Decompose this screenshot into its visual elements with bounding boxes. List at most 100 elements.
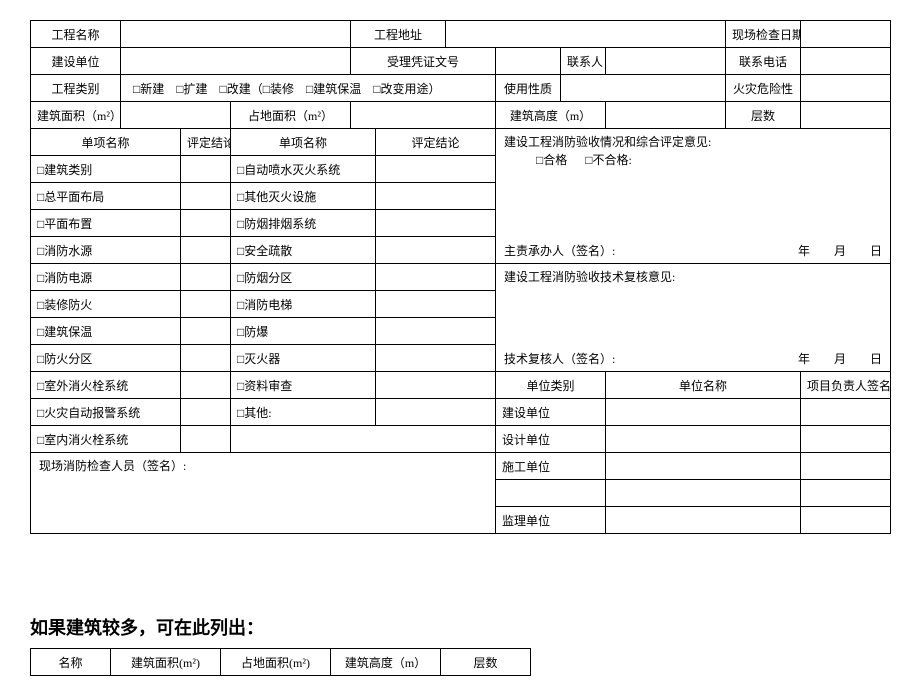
unit-name-0[interactable] <box>606 399 801 426</box>
item-l-1[interactable]: □总平面布局 <box>31 183 181 210</box>
verdict-l-3[interactable] <box>181 237 231 264</box>
field-floor-area[interactable] <box>121 102 231 129</box>
item-l-9[interactable]: □火灾自动报警系统 <box>31 399 181 426</box>
label-land-area: 占地面积（m²） <box>231 102 351 129</box>
opinion2-date: 年 月 日 <box>798 350 882 367</box>
opinion-box-1[interactable]: 建设工程消防验收情况和综合评定意见: □合格 □不合格: 主责承办人（签名）: … <box>496 129 891 264</box>
verdict-r-7[interactable] <box>376 345 496 372</box>
item-l-6[interactable]: □建筑保温 <box>31 318 181 345</box>
label-item-name-l: 单项名称 <box>31 129 181 156</box>
unit-hdr-type: 单位类别 <box>496 372 606 399</box>
item-r-4[interactable]: □防烟分区 <box>231 264 376 291</box>
verdict-r-8[interactable] <box>376 372 496 399</box>
verdict-l-1[interactable] <box>181 183 231 210</box>
item-l-2[interactable]: □平面布置 <box>31 210 181 237</box>
label-project-addr: 工程地址 <box>351 21 446 48</box>
label-fire-hazard: 火灾危险性 <box>726 75 801 102</box>
verdict-r-3[interactable] <box>376 237 496 264</box>
row-build-unit: 建设单位 受理凭证文号 联系人 联系电话 <box>31 48 891 75</box>
bh-height: 建筑高度（m） <box>331 649 441 676</box>
verdict-l-5[interactable] <box>181 291 231 318</box>
label-item-name-r: 单项名称 <box>231 129 376 156</box>
unit-sign-0[interactable] <box>801 399 891 426</box>
field-floors[interactable] <box>801 102 891 129</box>
label-build-unit: 建设单位 <box>31 48 121 75</box>
field-cert-no[interactable] <box>496 48 561 75</box>
unit-name-4[interactable] <box>606 507 801 534</box>
main-form-table: 工程名称 工程地址 现场检查日期 建设单位 受理凭证文号 联系人 联系电话 工程… <box>30 20 891 534</box>
field-build-unit[interactable] <box>121 48 351 75</box>
verdict-r-4[interactable] <box>376 264 496 291</box>
item-r-3[interactable]: □安全疏散 <box>231 237 376 264</box>
field-project-addr[interactable] <box>446 21 726 48</box>
verdict-l-8[interactable] <box>181 372 231 399</box>
label-height: 建筑高度（m） <box>496 102 606 129</box>
item-r-1[interactable]: □其他灭火设施 <box>231 183 376 210</box>
note-heading: 如果建筑较多，可在此列出： <box>30 614 890 640</box>
opinion2-signer: 技术复核人（签名）: <box>504 350 615 367</box>
opinion-box-2[interactable]: 建设工程消防验收技术复核意见: 技术复核人（签名）: 年 月 日 <box>496 264 891 372</box>
field-land-area[interactable] <box>351 102 496 129</box>
item-r-6[interactable]: □防爆 <box>231 318 376 345</box>
unit-name-1[interactable] <box>606 426 801 453</box>
label-inspect-date: 现场检查日期 <box>726 21 801 48</box>
label-use-nature: 使用性质 <box>496 75 561 102</box>
field-inspect-date[interactable] <box>801 21 891 48</box>
item-r-2[interactable]: □防烟排烟系统 <box>231 210 376 237</box>
field-use-nature[interactable] <box>561 75 726 102</box>
verdict-r-2[interactable] <box>376 210 496 237</box>
item-l-7[interactable]: □防火分区 <box>31 345 181 372</box>
item-l-10[interactable]: □室内消火栓系统 <box>31 426 181 453</box>
verdict-l-7[interactable] <box>181 345 231 372</box>
unit-sign-3[interactable] <box>801 480 891 507</box>
opinion1-fail[interactable]: □不合格: <box>585 153 632 167</box>
item-r-7[interactable]: □灭火器 <box>231 345 376 372</box>
verdict-l-4[interactable] <box>181 264 231 291</box>
opinion1-date: 年 月 日 <box>798 242 882 259</box>
field-height[interactable] <box>606 102 726 129</box>
unit-type-4: 监理单位 <box>496 507 606 534</box>
item-l-8[interactable]: □室外消火栓系统 <box>31 372 181 399</box>
verdict-l-10[interactable] <box>181 426 231 453</box>
label-contact: 联系人 <box>561 48 606 75</box>
field-fire-hazard[interactable] <box>801 75 891 102</box>
verdict-l-0[interactable] <box>181 156 231 183</box>
verdict-r-0[interactable] <box>376 156 496 183</box>
opinion2-title: 建设工程消防验收技术复核意见: <box>504 268 882 285</box>
item-r-8[interactable]: □资料审查 <box>231 372 376 399</box>
label-verdict-l: 评定结论 <box>181 129 231 156</box>
inspector-box[interactable]: 现场消防检查人员（签名）: <box>31 453 496 534</box>
row-area: 建筑面积（m²） 占地面积（m²） 建筑高度（m） 层数 <box>31 102 891 129</box>
verdict-r-1[interactable] <box>376 183 496 210</box>
opinion1-signer: 主责承办人（签名）: <box>504 242 615 259</box>
field-project-type-opts[interactable]: □新建 □扩建 □改建（□装修 □建筑保温 □改变用途） <box>121 75 496 102</box>
opinion1-title: 建设工程消防验收情况和综合评定意见: <box>504 133 882 150</box>
unit-name-2[interactable] <box>606 453 801 480</box>
item-r-0[interactable]: □自动喷水灭火系统 <box>231 156 376 183</box>
field-contact[interactable] <box>606 48 726 75</box>
unit-hdr-sign: 项目负责人签名 <box>801 372 891 399</box>
verdict-l-6[interactable] <box>181 318 231 345</box>
item-l-3[interactable]: □消防水源 <box>31 237 181 264</box>
bh-floors: 层数 <box>441 649 531 676</box>
item-l-4[interactable]: □消防电源 <box>31 264 181 291</box>
unit-sign-1[interactable] <box>801 426 891 453</box>
field-project-name[interactable] <box>121 21 351 48</box>
item-l-0[interactable]: □建筑类别 <box>31 156 181 183</box>
verdict-l-2[interactable] <box>181 210 231 237</box>
item-r-5[interactable]: □消防电梯 <box>231 291 376 318</box>
label-verdict-r: 评定结论 <box>376 129 496 156</box>
verdict-l-9[interactable] <box>181 399 231 426</box>
unit-sign-4[interactable] <box>801 507 891 534</box>
item-r-9[interactable]: □其他: <box>231 399 376 426</box>
row-project-type: 工程类别 □新建 □扩建 □改建（□装修 □建筑保温 □改变用途） 使用性质 火… <box>31 75 891 102</box>
verdict-r-5[interactable] <box>376 291 496 318</box>
unit-hdr-name: 单位名称 <box>606 372 801 399</box>
item-l-5[interactable]: □装修防火 <box>31 291 181 318</box>
verdict-r-9[interactable] <box>376 399 496 426</box>
field-phone[interactable] <box>801 48 891 75</box>
verdict-r-6[interactable] <box>376 318 496 345</box>
unit-sign-2[interactable] <box>801 453 891 480</box>
opinion1-pass[interactable]: □合格 <box>536 153 567 167</box>
unit-name-3[interactable] <box>606 480 801 507</box>
